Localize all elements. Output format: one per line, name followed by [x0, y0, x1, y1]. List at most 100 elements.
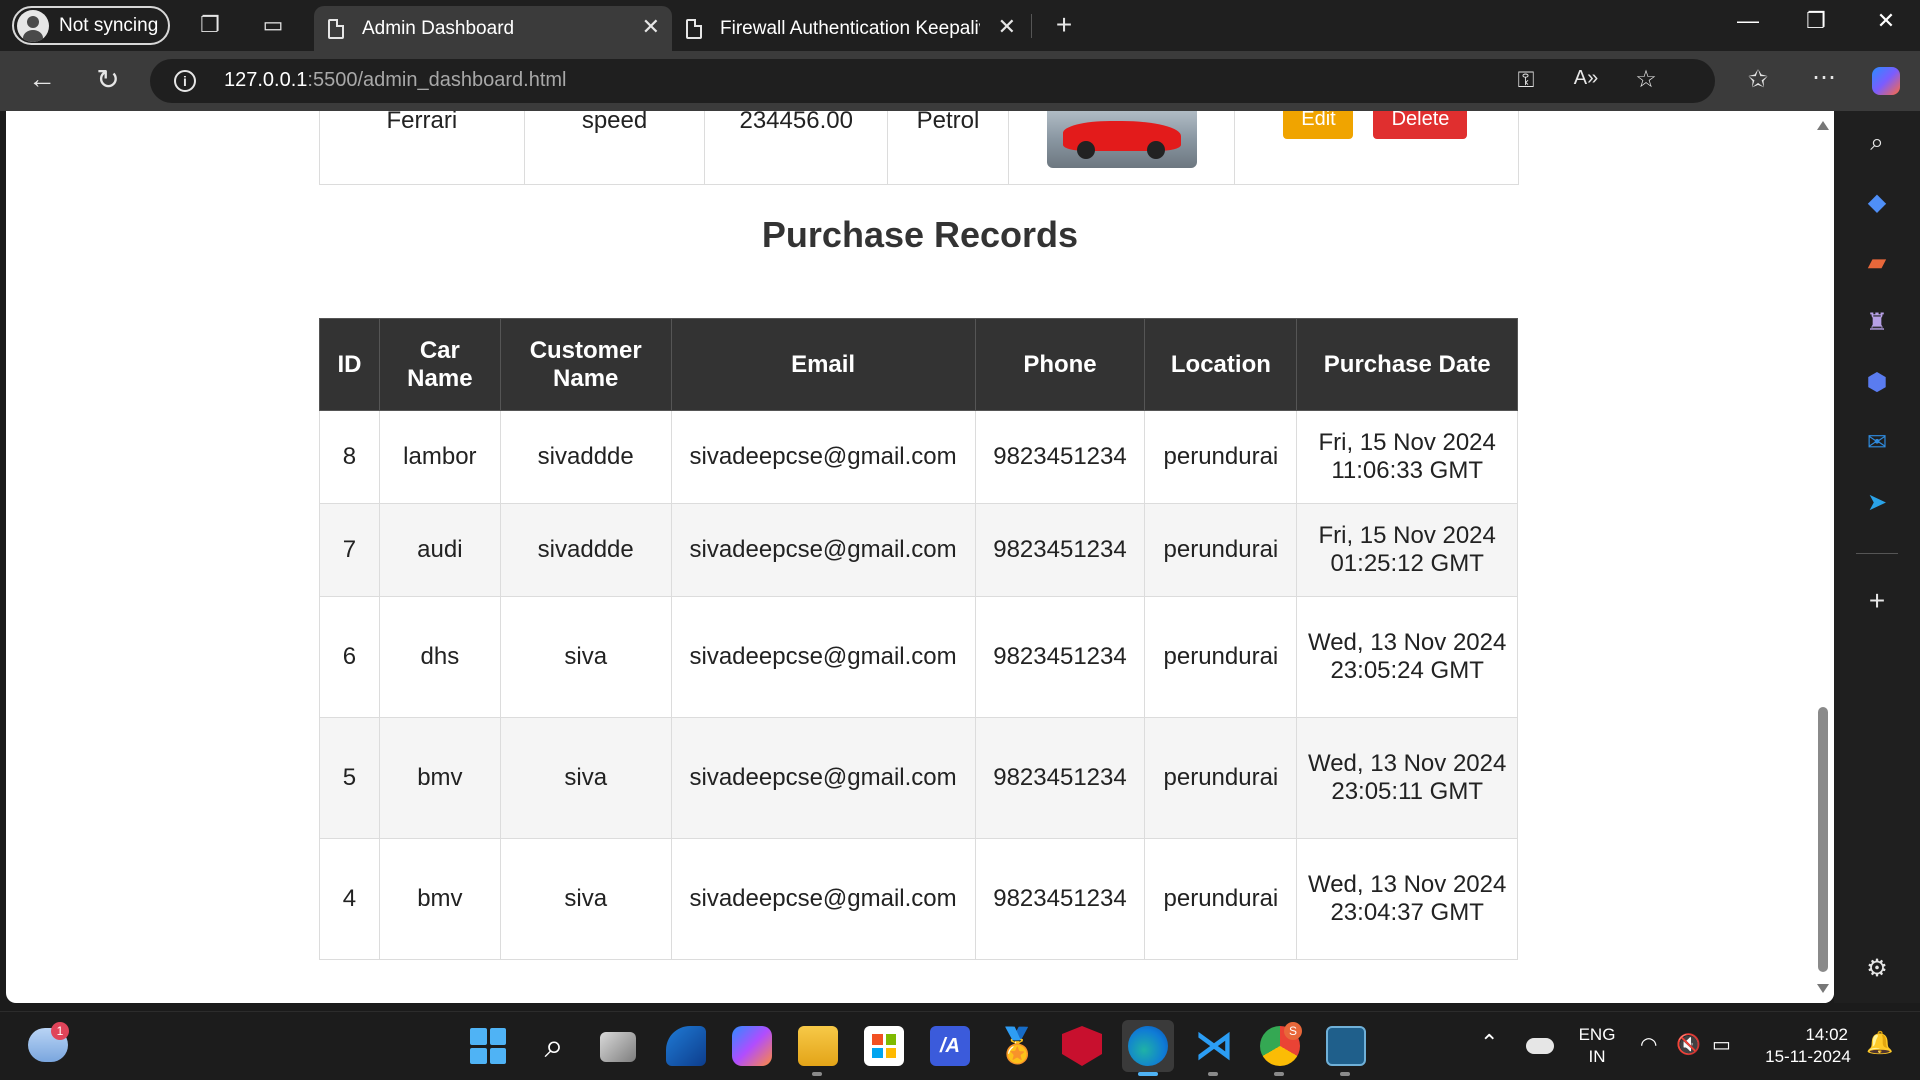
games-icon[interactable]: ♜: [1863, 309, 1891, 337]
cell-phone: 9823451234: [974, 410, 1146, 504]
purchase-records-table: ID Car Name Customer Name Email Phone Lo…: [319, 318, 1518, 960]
close-tab-icon[interactable]: ✕: [642, 14, 660, 40]
table-row: 8 lambor sivaddde sivadeepcse@gmail.com …: [319, 410, 1518, 504]
mcafee-icon[interactable]: [1062, 1026, 1102, 1066]
more-options-icon[interactable]: ⋯: [1806, 63, 1842, 92]
header-email: Email: [670, 318, 976, 411]
document-icon: [328, 18, 344, 39]
tab-actions-icon[interactable]: ▭: [258, 10, 288, 40]
header-customer-name: Customer Name: [499, 318, 672, 411]
cell-phone: 9823451234: [974, 503, 1146, 597]
header-id: ID: [319, 318, 380, 411]
cell-id: 5: [319, 717, 380, 839]
search-icon[interactable]: ⌕: [1863, 129, 1891, 157]
copilot-taskbar-icon[interactable]: [732, 1026, 772, 1066]
cell-id: 7: [319, 503, 380, 597]
clock[interactable]: 14:02 15-11-2024: [1758, 1024, 1858, 1068]
refresh-icon[interactable]: ↻: [90, 63, 126, 96]
header-purchase-date: Purchase Date: [1296, 318, 1518, 411]
edit-button[interactable]: Edit: [1283, 111, 1354, 139]
show-hidden-icons-chevron-icon[interactable]: ⌃: [1480, 1032, 1498, 1054]
cell-purchase-date: Wed, 13 Nov 2024 23:04:37 GMT: [1296, 838, 1518, 960]
volume-muted-icon[interactable]: 🔇: [1676, 1034, 1701, 1056]
file-explorer-icon[interactable]: [798, 1026, 838, 1066]
task-view-icon[interactable]: [600, 1032, 636, 1062]
pinned-app-icon[interactable]: [666, 1026, 706, 1066]
tab-title: Firewall Authentication Keepalive: [720, 17, 980, 39]
tab-admin-dashboard[interactable]: Admin Dashboard ✕: [314, 6, 672, 51]
notification-bell-icon[interactable]: 🔔: [1866, 1032, 1893, 1054]
windows-start-icon[interactable]: [468, 1026, 508, 1066]
onedrive-cloud-icon[interactable]: [1526, 1038, 1554, 1054]
copilot-icon[interactable]: [1872, 67, 1900, 95]
scroll-down-icon[interactable]: [1817, 984, 1829, 993]
shopping-tag-icon[interactable]: ◆: [1863, 189, 1891, 217]
car-price-cell: 234456.00: [705, 111, 889, 184]
site-info-icon[interactable]: i: [174, 70, 196, 92]
pinned-app-icon-3[interactable]: [1326, 1026, 1366, 1066]
scroll-up-icon[interactable]: [1817, 121, 1829, 130]
close-tab-icon[interactable]: ✕: [998, 14, 1016, 40]
microsoft-365-icon[interactable]: ⬢: [1863, 369, 1891, 397]
edge-sidebar: ⌕ ◆ ▰ ♜ ⬢ ✉ ➤ + ⚙: [1834, 111, 1920, 1003]
profile-button[interactable]: Not syncing: [12, 6, 170, 45]
url-text[interactable]: 127.0.0.1:5500/admin_dashboard.html: [224, 69, 566, 92]
cell-id: 4: [319, 838, 380, 960]
medal-icon[interactable]: 🏅: [996, 1026, 1038, 1066]
close-window-icon[interactable]: ✕: [1866, 8, 1906, 34]
cell-car-name: audi: [378, 503, 501, 597]
add-sidebar-app-icon[interactable]: +: [1863, 587, 1891, 615]
microsoft-store-icon[interactable]: [864, 1026, 904, 1066]
cell-customer-name: siva: [499, 838, 672, 960]
tab-title: Admin Dashboard: [362, 17, 515, 39]
cell-purchase-date: Wed, 13 Nov 2024 23:05:11 GMT: [1296, 717, 1518, 839]
cell-customer-name: sivaddde: [499, 503, 672, 597]
taskbar-search-icon[interactable]: ⌕: [534, 1026, 574, 1066]
delete-button[interactable]: Delete: [1373, 111, 1468, 139]
tools-briefcase-icon[interactable]: ▰: [1863, 249, 1891, 277]
cell-phone: 9823451234: [974, 596, 1146, 718]
address-bar[interactable]: i 127.0.0.1:5500/admin_dashboard.html ⚿ …: [150, 59, 1715, 103]
pinned-app-icon-2[interactable]: /A: [930, 1026, 970, 1066]
cell-purchase-date: Fri, 15 Nov 2024 01:25:12 GMT: [1296, 503, 1518, 597]
vertical-scrollbar[interactable]: [1812, 111, 1834, 1003]
drop-send-icon[interactable]: ➤: [1863, 489, 1891, 517]
scrollbar-thumb[interactable]: [1818, 707, 1828, 972]
table-header-row: ID Car Name Customer Name Email Phone Lo…: [319, 318, 1518, 411]
cell-customer-name: siva: [499, 596, 672, 718]
cell-car-name: dhs: [378, 596, 501, 718]
favorites-icon[interactable]: ✩: [1740, 65, 1776, 94]
cell-id: 8: [319, 410, 380, 504]
password-key-icon[interactable]: ⚿: [1508, 67, 1544, 93]
language-indicator[interactable]: ENG IN: [1576, 1024, 1618, 1068]
header-car-name: Car Name: [378, 318, 501, 411]
tab-divider: [1031, 14, 1032, 38]
car-image: [1046, 111, 1197, 168]
favorite-star-icon[interactable]: ☆: [1628, 65, 1664, 94]
windows-taskbar: 1 ⌕ /A 🏅 ⋊ S ⌃ ENG IN ◠ 🔇 ▭ 14:02 15-11-…: [0, 1011, 1920, 1080]
header-phone: Phone: [974, 318, 1146, 411]
edge-browser-icon[interactable]: [1128, 1026, 1168, 1066]
cell-email: sivadeepcse@gmail.com: [670, 717, 976, 839]
back-icon[interactable]: ←: [24, 63, 60, 95]
sidebar-divider: [1856, 553, 1898, 554]
wifi-icon[interactable]: ◠: [1640, 1034, 1657, 1056]
cell-email: sivadeepcse@gmail.com: [670, 503, 976, 597]
purchase-records-title: Purchase Records: [761, 214, 1079, 255]
car-actions-cell: Edit Delete: [1235, 111, 1518, 184]
workspaces-icon[interactable]: ❐: [195, 10, 225, 40]
cell-customer-name: sivaddde: [499, 410, 672, 504]
profile-avatar-icon: [17, 9, 49, 42]
battery-icon[interactable]: ▭: [1712, 1034, 1731, 1056]
sidebar-settings-gear-icon[interactable]: ⚙: [1863, 955, 1891, 983]
cell-email: sivadeepcse@gmail.com: [670, 838, 976, 960]
minimize-icon[interactable]: —: [1728, 8, 1768, 34]
outlook-icon[interactable]: ✉: [1863, 429, 1891, 457]
car-image-cell: [1009, 111, 1236, 184]
new-tab-icon[interactable]: +: [1049, 10, 1079, 40]
read-aloud-icon[interactable]: A»: [1568, 67, 1604, 90]
tab-firewall-auth[interactable]: Firewall Authentication Keepalive ✕: [672, 6, 1028, 51]
restore-icon[interactable]: ❐: [1796, 8, 1836, 34]
vscode-icon[interactable]: ⋊: [1194, 1026, 1234, 1066]
document-icon: [686, 18, 702, 39]
